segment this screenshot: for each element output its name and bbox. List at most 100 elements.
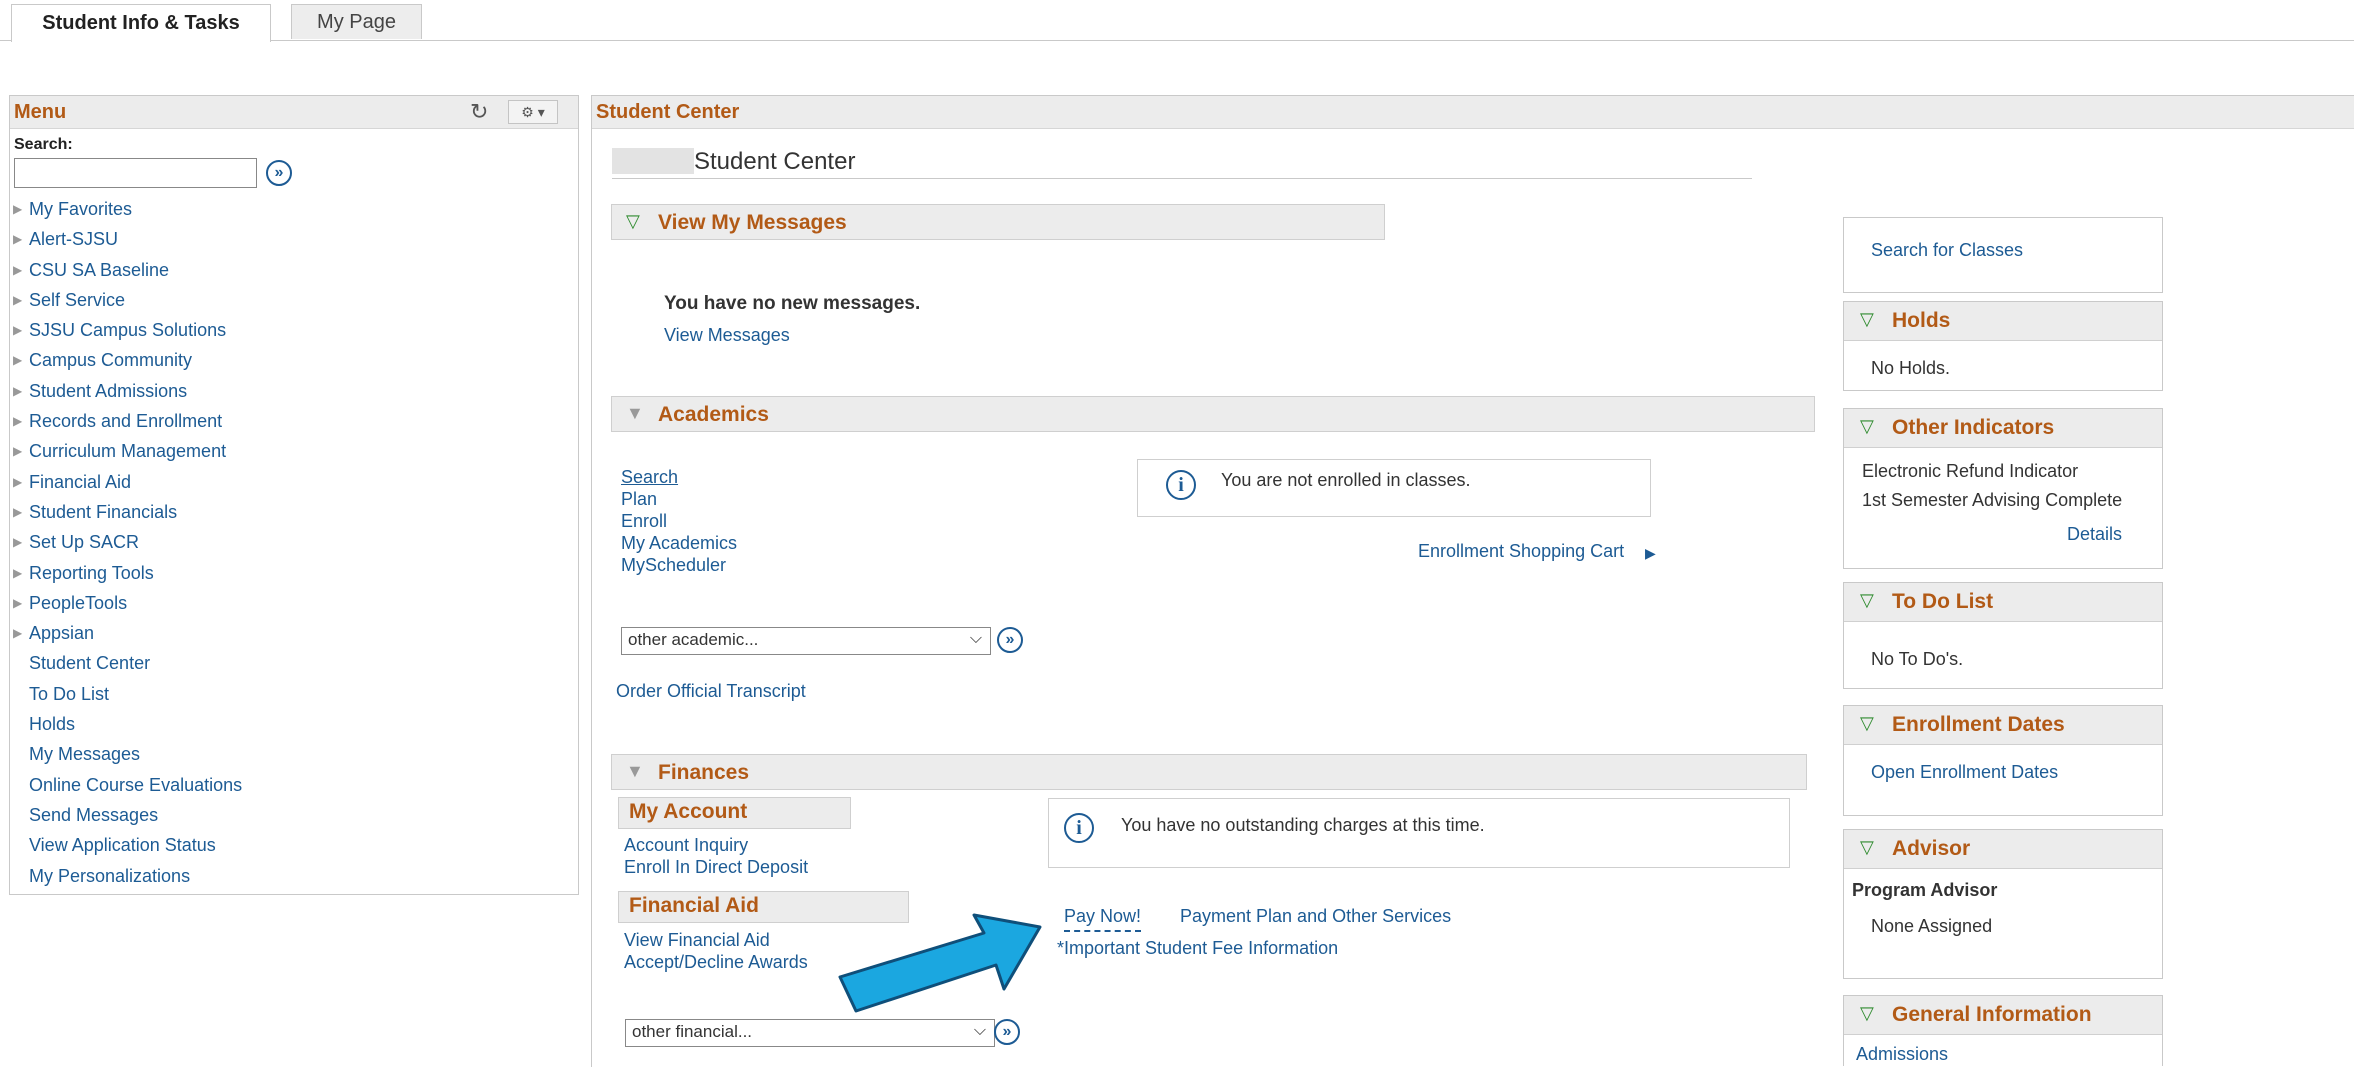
- todo-header-label: To Do List: [1892, 590, 1994, 613]
- menu-item[interactable]: ▶ Financial Aid: [10, 467, 570, 497]
- account-inquiry-link[interactable]: Account Inquiry: [624, 835, 748, 856]
- menu-item[interactable]: ▶ Curriculum Management: [10, 436, 570, 466]
- menu-search-input[interactable]: [14, 158, 257, 188]
- folder-expand-icon[interactable]: ▶: [13, 345, 22, 375]
- folder-expand-icon[interactable]: ▶: [13, 436, 22, 466]
- view-financial-aid-link[interactable]: View Financial Aid: [624, 930, 770, 951]
- menu-item[interactable]: Online Course Evaluations: [10, 770, 570, 800]
- menu-item[interactable]: ▶ Alert-SJSU: [10, 224, 570, 254]
- finances-header-label: Finances: [658, 761, 750, 784]
- messages-section-header[interactable]: ▽ View My Messages: [611, 204, 1385, 240]
- tab-student-info-tasks[interactable]: Student Info & Tasks: [11, 4, 271, 42]
- menu-item[interactable]: ▶ Set Up SACR: [10, 527, 570, 557]
- folder-expand-icon[interactable]: ▶: [13, 467, 22, 497]
- menu-item[interactable]: To Do List: [10, 679, 570, 709]
- folder-expand-icon[interactable]: ▶: [13, 255, 22, 285]
- folder-expand-icon[interactable]: ▶: [13, 315, 22, 345]
- enrollment-dates-header[interactable]: ▽ Enrollment Dates: [1844, 706, 2162, 745]
- menu-item-label: Holds: [29, 714, 76, 735]
- student-fee-info-link[interactable]: *Important Student Fee Information: [1057, 938, 1338, 959]
- menu-item[interactable]: My Messages: [10, 739, 570, 769]
- other-academic-select-value: other academic...: [628, 630, 759, 649]
- menu-item-label: My Personalizations: [29, 865, 191, 886]
- menu-search-label: Search:: [14, 136, 73, 153]
- menu-item[interactable]: ▶ CSU SA Baseline: [10, 255, 570, 285]
- menu-item[interactable]: ▶ Reporting Tools: [10, 558, 570, 588]
- menu-item-label: Financial Aid: [29, 471, 132, 492]
- folder-expand-icon[interactable]: ▶: [13, 497, 22, 527]
- folder-expand-icon[interactable]: ▶: [13, 376, 22, 406]
- pay-now-link[interactable]: Pay Now!: [1064, 906, 1142, 932]
- academics-link-plan[interactable]: Plan: [621, 489, 657, 510]
- menu-item[interactable]: ▶ PeopleTools: [10, 588, 570, 618]
- tab-my-page[interactable]: My Page: [291, 4, 422, 39]
- refresh-icon[interactable]: ↻: [470, 99, 488, 125]
- redacted-name: [612, 148, 694, 174]
- menu-item[interactable]: My Personalizations: [10, 861, 570, 891]
- finances-section-header[interactable]: ▼ Finances: [611, 754, 1807, 790]
- menu-item[interactable]: Holds: [10, 709, 570, 739]
- indicators-details-link[interactable]: Details: [2067, 524, 2122, 545]
- direct-deposit-link[interactable]: Enroll In Direct Deposit: [624, 857, 808, 878]
- admissions-link[interactable]: Admissions: [1856, 1044, 1948, 1065]
- indicator-item: Electronic Refund Indicator: [1862, 461, 2079, 481]
- academics-link-my-academics[interactable]: My Academics: [621, 533, 737, 554]
- menu-item[interactable]: ▶ Campus Community: [10, 345, 570, 375]
- chevron-down-icon: ⌵: [973, 1022, 986, 1039]
- no-todos-text: No To Do's.: [1871, 649, 1964, 669]
- holds-header[interactable]: ▽ Holds: [1844, 302, 2162, 341]
- menu-item[interactable]: Send Messages: [10, 800, 570, 830]
- menu-item-label: PeopleTools: [29, 592, 128, 613]
- payment-plan-link[interactable]: Payment Plan and Other Services: [1180, 906, 1451, 927]
- search-for-classes-link[interactable]: Search for Classes: [1871, 240, 2023, 261]
- student-center-header: Student Center: [592, 96, 2354, 129]
- view-messages-link[interactable]: View Messages: [664, 325, 790, 346]
- menu-item-label: Student Admissions: [29, 380, 188, 401]
- todo-header[interactable]: ▽ To Do List: [1844, 583, 2162, 622]
- menu-item-label: View Application Status: [29, 835, 216, 856]
- menu-item[interactable]: ▶ Student Financials: [10, 497, 570, 527]
- academics-section-header[interactable]: ▼ Academics: [611, 396, 1815, 432]
- other-financial-select-value: other financial...: [632, 1022, 753, 1041]
- open-enrollment-dates-link[interactable]: Open Enrollment Dates: [1871, 762, 2058, 783]
- accept-decline-awards-link[interactable]: Accept/Decline Awards: [624, 952, 808, 973]
- page-title: Student Center: [694, 148, 856, 175]
- folder-expand-icon[interactable]: ▶: [13, 527, 22, 557]
- academic-go-button[interactable]: »: [997, 627, 1023, 653]
- menu-item[interactable]: ▶ My Favorites: [10, 194, 570, 224]
- no-charges-box: i You have no outstanding charges at thi…: [1048, 798, 1790, 868]
- folder-expand-icon[interactable]: ▶: [13, 406, 22, 436]
- order-transcript-link[interactable]: Order Official Transcript: [616, 681, 806, 702]
- menu-item[interactable]: ▶ Student Admissions: [10, 376, 570, 406]
- academics-link-enroll[interactable]: Enroll: [621, 511, 667, 532]
- menu-item-label: SJSU Campus Solutions: [29, 320, 227, 341]
- menu-item[interactable]: View Application Status: [10, 830, 570, 860]
- menu-item[interactable]: Student Center: [10, 648, 570, 678]
- folder-expand-icon[interactable]: ▶: [13, 285, 22, 315]
- other-indicators-header[interactable]: ▽ Other Indicators: [1844, 409, 2162, 448]
- academics-link-search[interactable]: Search: [621, 467, 678, 488]
- other-financial-select[interactable]: other financial... ⌵: [625, 1019, 995, 1047]
- menu-item[interactable]: ▶ Self Service: [10, 285, 570, 315]
- academics-link-myscheduler[interactable]: MyScheduler: [621, 555, 726, 576]
- advisor-header[interactable]: ▽ Advisor: [1844, 830, 2162, 869]
- folder-expand-icon[interactable]: ▶: [13, 194, 22, 224]
- search-classes-box: Search for Classes: [1843, 217, 2163, 293]
- general-info-header-label: General Information: [1892, 1003, 2092, 1026]
- menu-search-go-button[interactable]: »: [266, 160, 292, 186]
- menu-item[interactable]: ▶ Appsian: [10, 618, 570, 648]
- menu-item[interactable]: ▶ Records and Enrollment: [10, 406, 570, 436]
- play-arrow-icon[interactable]: ▶: [1645, 545, 1656, 562]
- other-academic-select[interactable]: other academic... ⌵: [621, 627, 991, 655]
- folder-expand-icon[interactable]: ▶: [13, 588, 22, 618]
- menu-item-label: Student Financials: [29, 501, 178, 522]
- menu-item[interactable]: ▶ SJSU Campus Solutions: [10, 315, 570, 345]
- enrollment-shopping-cart-link[interactable]: Enrollment Shopping Cart: [1418, 541, 1624, 562]
- gear-icon[interactable]: ⚙ ▾: [508, 100, 558, 124]
- folder-expand-icon[interactable]: ▶: [13, 224, 22, 254]
- folder-expand-icon[interactable]: ▶: [13, 558, 22, 588]
- general-info-header[interactable]: ▽ General Information: [1844, 996, 2162, 1035]
- menu-item-label: Alert-SJSU: [29, 229, 119, 250]
- folder-expand-icon[interactable]: ▶: [13, 618, 22, 648]
- collapse-triangle-icon: ▼: [626, 761, 644, 781]
